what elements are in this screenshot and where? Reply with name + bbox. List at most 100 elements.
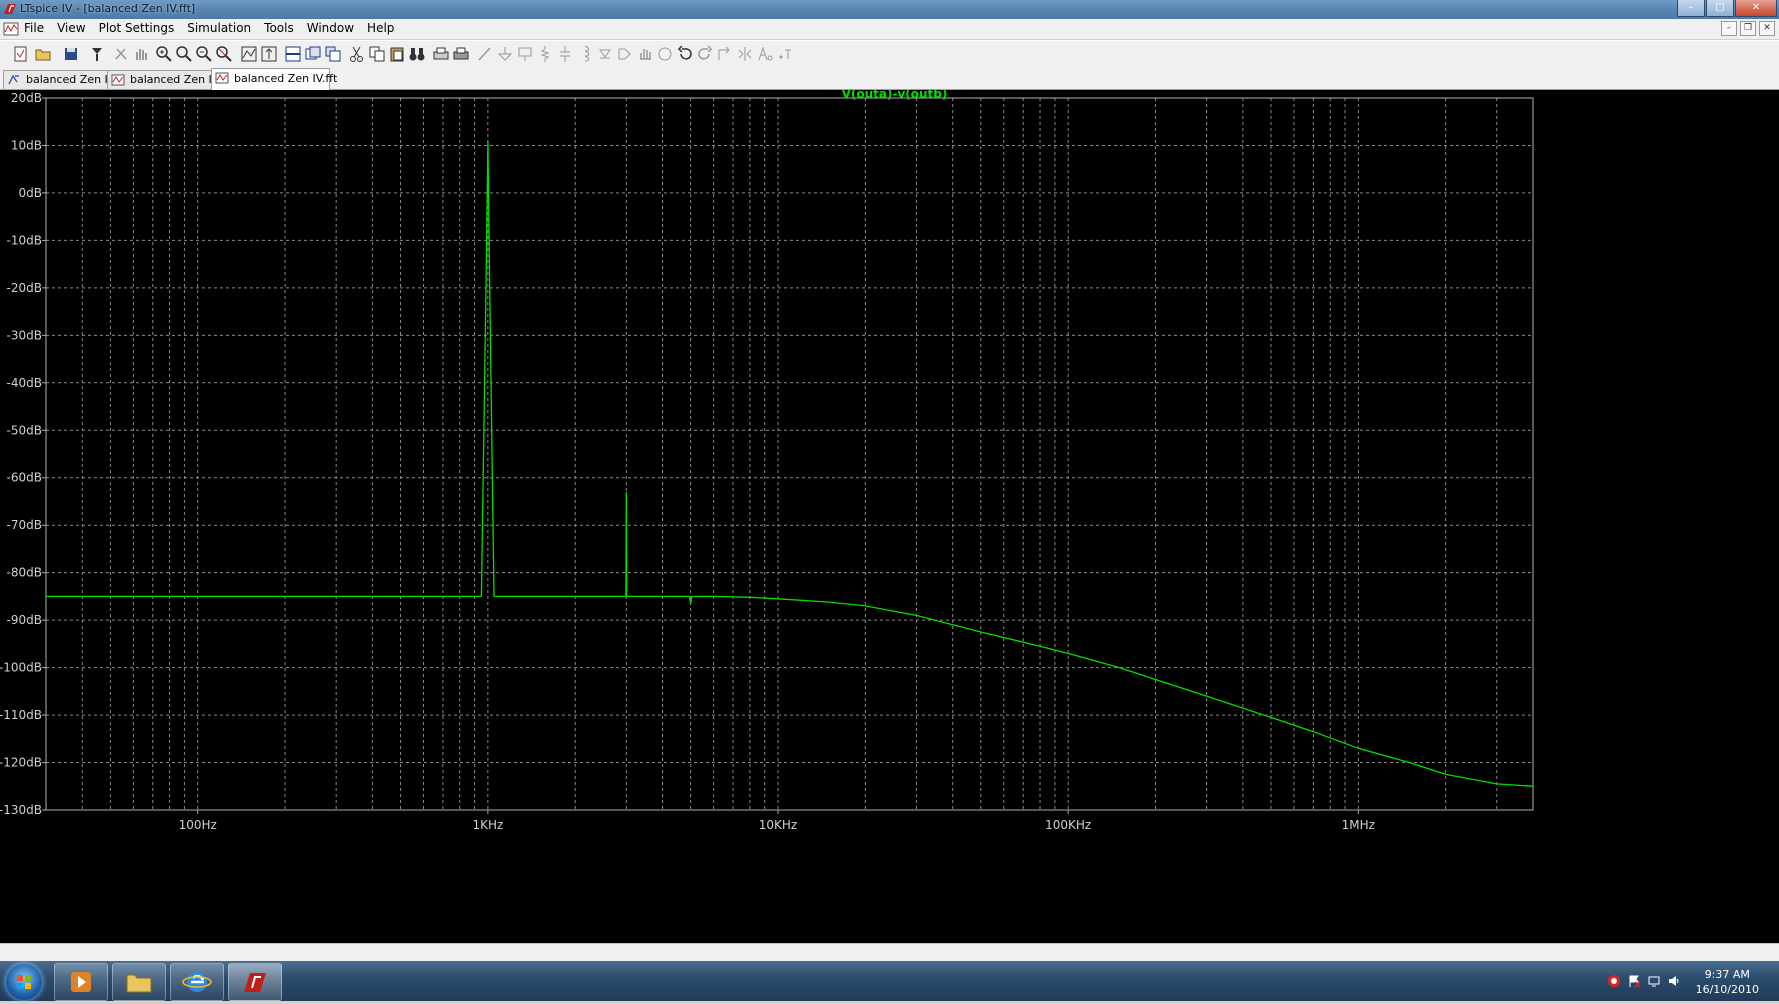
taskbar: 9:37 AM 16/10/2010 bbox=[0, 961, 1779, 1001]
cut-icon[interactable] bbox=[348, 45, 366, 63]
toolbar bbox=[0, 40, 1779, 69]
y-tick-label: -40dB bbox=[7, 376, 42, 390]
window-title: LTspice IV - [balanced Zen IV.fft] bbox=[20, 2, 196, 15]
menu-window[interactable]: Window bbox=[307, 21, 354, 35]
menu-file[interactable]: File bbox=[24, 21, 44, 35]
window-controls: – □ ✕ bbox=[1676, 0, 1777, 17]
taskbar-internet-explorer[interactable] bbox=[170, 963, 224, 1001]
volume-icon[interactable] bbox=[1667, 974, 1681, 988]
run-icon[interactable] bbox=[88, 45, 106, 63]
drag-hand-icon[interactable] bbox=[656, 45, 674, 63]
draw-wire-icon[interactable] bbox=[476, 45, 494, 63]
y-tick-label: 0dB bbox=[19, 186, 42, 200]
rotate-icon[interactable] bbox=[716, 45, 734, 63]
plot-grid bbox=[45, 97, 1534, 811]
save-icon[interactable] bbox=[62, 45, 80, 63]
zoom-in-icon[interactable] bbox=[155, 45, 173, 63]
start-button[interactable] bbox=[6, 964, 42, 1000]
doc-close-button[interactable]: ✕ bbox=[1759, 21, 1775, 36]
document-window-controls: – ❐ ✕ bbox=[1718, 21, 1775, 36]
inductor-icon[interactable] bbox=[576, 45, 594, 63]
internet-explorer-icon bbox=[182, 972, 212, 992]
plot-pane[interactable]: 20dB 10dB 0dB -10dB -20dB -30dB -40dB -50dB -60d… bbox=[0, 87, 1779, 943]
y-tick-label: -10dB bbox=[7, 233, 42, 247]
trace-line bbox=[46, 140, 1534, 787]
taskbar-explorer[interactable] bbox=[112, 963, 166, 1001]
tray-app-icon[interactable] bbox=[1607, 974, 1621, 988]
y-axis-ticks: 20dB 10dB 0dB -10dB -20dB -30dB -40dB -50dB -60d… bbox=[0, 91, 46, 817]
mirror-icon[interactable] bbox=[736, 45, 754, 63]
y-tick-label: -30dB bbox=[7, 328, 42, 342]
resistor-icon[interactable] bbox=[536, 45, 554, 63]
schematic-icon bbox=[8, 74, 19, 85]
pan-hand-icon[interactable] bbox=[132, 45, 150, 63]
minimize-button[interactable]: – bbox=[1677, 0, 1705, 17]
taskbar-ltspice[interactable] bbox=[228, 963, 282, 1001]
copy-icon[interactable] bbox=[368, 45, 386, 63]
media-player-icon bbox=[71, 972, 91, 992]
document-tabs: balanced Zen IV balanced Zen IV balanced… bbox=[0, 68, 1779, 90]
trace-title[interactable]: V(outa)-v(outb) bbox=[842, 87, 948, 101]
close-button[interactable]: ✕ bbox=[1735, 0, 1777, 17]
system-tray: 9:37 AM 16/10/2010 bbox=[1599, 961, 1779, 1001]
zoom-fit-icon[interactable] bbox=[215, 45, 233, 63]
move-hand-icon[interactable] bbox=[636, 45, 654, 63]
x-tick-label: 1MHz bbox=[1342, 818, 1375, 832]
autorange-y-icon[interactable] bbox=[260, 45, 278, 63]
tab-fft[interactable]: balanced Zen IV.fft bbox=[211, 68, 337, 90]
doc-restore-button[interactable]: ❐ bbox=[1740, 21, 1756, 36]
menu-simulation[interactable]: Simulation bbox=[187, 21, 251, 35]
system-clock[interactable]: 9:37 AM 16/10/2010 bbox=[1696, 967, 1759, 997]
y-tick-label: -20dB bbox=[7, 281, 42, 295]
diode-icon[interactable] bbox=[596, 45, 614, 63]
tab-schematic[interactable]: balanced Zen IV bbox=[3, 70, 115, 89]
capacitor-icon[interactable] bbox=[556, 45, 574, 63]
new-schematic-icon[interactable] bbox=[12, 45, 30, 63]
ltspice-app-icon[interactable] bbox=[3, 2, 17, 16]
menu-tools[interactable]: Tools bbox=[264, 21, 294, 35]
x-tick-label: 10KHz bbox=[759, 818, 797, 832]
undo-icon[interactable] bbox=[676, 45, 694, 63]
autorange-icon[interactable] bbox=[240, 45, 258, 63]
x-tick-label: 1KHz bbox=[472, 818, 503, 832]
print-setup-icon[interactable] bbox=[432, 45, 450, 63]
tile-horizontal-icon[interactable] bbox=[284, 45, 302, 63]
spice-directive-icon[interactable] bbox=[776, 45, 794, 63]
text-icon[interactable] bbox=[756, 45, 774, 63]
status-bar bbox=[0, 943, 1779, 962]
y-tick-label: -90dB bbox=[7, 613, 42, 627]
y-tick-label: -100dB bbox=[0, 661, 42, 675]
network-icon[interactable] bbox=[1647, 974, 1661, 988]
zoom-out-icon[interactable] bbox=[195, 45, 213, 63]
zoom-area-icon[interactable] bbox=[175, 45, 193, 63]
action-center-flag-icon[interactable] bbox=[1627, 974, 1641, 988]
open-folder-icon[interactable] bbox=[34, 45, 52, 63]
y-tick-label: -130dB bbox=[0, 803, 42, 817]
tab-waveform[interactable]: balanced Zen IV bbox=[107, 70, 219, 89]
maximize-button[interactable]: □ bbox=[1706, 0, 1734, 17]
y-tick-label: -70dB bbox=[7, 518, 42, 532]
menu-view[interactable]: View bbox=[57, 21, 85, 35]
menu-plot-settings[interactable]: Plot Settings bbox=[99, 21, 175, 35]
redo-icon[interactable] bbox=[696, 45, 714, 63]
x-tick-label: 100Hz bbox=[179, 818, 217, 832]
ltspice-icon bbox=[244, 973, 266, 992]
x-axis-ticks: 100Hz 1KHz 10KHz 100KHz 1MHz bbox=[179, 810, 1375, 832]
tile-vertical-icon[interactable] bbox=[304, 45, 322, 63]
print-icon[interactable] bbox=[452, 45, 470, 63]
menu-help[interactable]: Help bbox=[367, 21, 394, 35]
menu-bar: File View Plot Settings Simulation Tools… bbox=[0, 19, 1779, 39]
windows-logo-icon bbox=[17, 975, 31, 989]
halt-icon[interactable] bbox=[112, 45, 130, 63]
document-waveform-icon[interactable] bbox=[3, 21, 19, 37]
fft-plot[interactable]: 20dB 10dB 0dB -10dB -20dB -30dB -40dB -50dB -60d… bbox=[0, 87, 1779, 943]
cascade-icon[interactable] bbox=[324, 45, 342, 63]
ground-icon[interactable] bbox=[496, 45, 514, 63]
doc-minimize-button[interactable]: – bbox=[1721, 21, 1737, 36]
taskbar-media-player[interactable] bbox=[54, 963, 108, 1001]
paste-icon[interactable] bbox=[388, 45, 406, 63]
label-net-icon[interactable] bbox=[516, 45, 534, 63]
component-icon[interactable] bbox=[616, 45, 634, 63]
find-binoculars-icon[interactable] bbox=[408, 45, 426, 63]
title-bar: LTspice IV - [balanced Zen IV.fft] – □ ✕ bbox=[0, 0, 1779, 19]
